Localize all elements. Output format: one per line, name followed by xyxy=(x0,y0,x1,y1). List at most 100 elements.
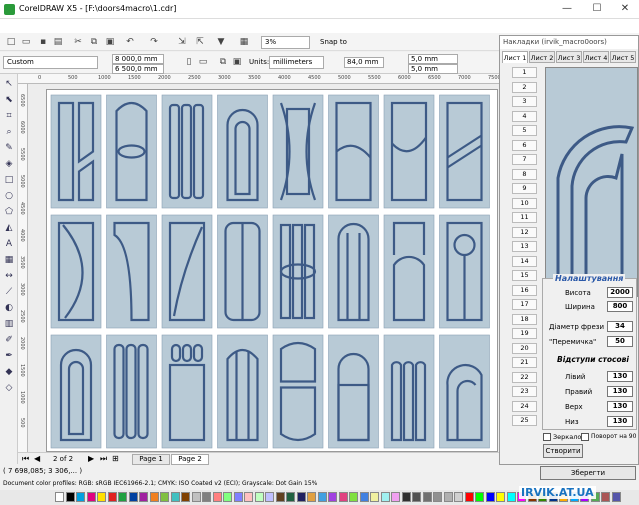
overlay-number-button[interactable]: 17 xyxy=(512,299,537,310)
overlay-number-button[interactable]: 8 xyxy=(512,168,537,180)
overlay-number-button[interactable]: 18 xyxy=(512,313,537,325)
door-design[interactable] xyxy=(272,94,324,209)
connector-tool-icon[interactable]: ⟋ xyxy=(3,286,15,298)
pick-tool-icon[interactable]: ↖ xyxy=(3,78,15,90)
palette-swatch[interactable] xyxy=(170,492,180,502)
palette-swatch[interactable] xyxy=(65,492,75,502)
page-tab-1[interactable]: Page 1 xyxy=(132,454,170,465)
shape-tool-icon[interactable]: ⬉ xyxy=(3,94,15,106)
right-offset-field[interactable]: 130 xyxy=(607,386,633,397)
open-icon[interactable]: ▭ xyxy=(20,36,32,48)
door-design[interactable] xyxy=(106,94,157,209)
overlay-number-button[interactable]: 2 xyxy=(512,81,537,93)
door-design[interactable] xyxy=(50,334,102,449)
door-design[interactable] xyxy=(161,214,213,329)
palette-swatch[interactable] xyxy=(370,492,379,502)
undo-icon[interactable]: ↶ xyxy=(124,36,136,48)
door-design[interactable] xyxy=(161,334,213,449)
palette-swatch[interactable] xyxy=(223,492,232,502)
palette-swatch[interactable] xyxy=(107,492,117,502)
basic-shapes-tool-icon[interactable]: ◭ xyxy=(3,222,15,234)
snap-to-dropdown[interactable]: Snap to xyxy=(320,38,347,46)
palette-swatch[interactable] xyxy=(338,492,348,502)
top-offset-field[interactable]: 130 xyxy=(607,401,633,412)
palette-swatch[interactable] xyxy=(76,492,85,502)
palette-swatch[interactable] xyxy=(233,492,243,502)
palette-swatch[interactable] xyxy=(307,492,316,502)
bridge-field[interactable]: 50 xyxy=(607,336,633,347)
palette-swatch[interactable] xyxy=(97,492,106,502)
palette-swatch[interactable] xyxy=(454,492,463,502)
page-height-field[interactable]: 6 500,0 mm xyxy=(112,64,164,74)
print-icon[interactable]: ▤ xyxy=(52,36,64,48)
palette-swatch[interactable] xyxy=(286,492,295,502)
duplicate-y-field[interactable]: 5,0 mm xyxy=(408,64,458,74)
close-icon[interactable]: ✕ xyxy=(612,2,638,16)
palette-swatch[interactable] xyxy=(506,492,516,502)
create-button[interactable]: Створити xyxy=(543,444,583,458)
palette-swatch[interactable] xyxy=(464,492,474,502)
interactive-fill-tool-icon[interactable]: ◇ xyxy=(3,382,15,394)
palette-swatch[interactable] xyxy=(86,492,96,502)
palette-swatch[interactable] xyxy=(380,492,390,502)
palette-swatch[interactable] xyxy=(443,492,453,502)
rectangle-tool-icon[interactable]: □ xyxy=(3,174,15,186)
rotate-90-checkbox[interactable] xyxy=(581,433,589,441)
overlay-number-button[interactable]: 3 xyxy=(512,96,537,107)
portrait-icon[interactable]: ▯ xyxy=(183,56,195,68)
page-tab-2[interactable]: Page 2 xyxy=(171,454,209,465)
overlay-number-button[interactable]: 22 xyxy=(512,371,537,383)
panel-tab-3[interactable]: Лист 3 xyxy=(556,51,582,63)
table-tool-icon[interactable]: ▦ xyxy=(3,254,15,266)
eyedropper-tool-icon[interactable]: ✐ xyxy=(3,334,15,346)
drawing-canvas[interactable] xyxy=(28,84,499,452)
mirror-checkbox[interactable] xyxy=(543,433,551,441)
save-button[interactable]: Зберегти xyxy=(540,466,636,480)
palette-swatch[interactable] xyxy=(128,492,138,502)
color-profiles-status[interactable]: Document color profiles: RGB: sRGB IEC61… xyxy=(3,480,317,487)
panel-tab-1[interactable]: Лист 1 xyxy=(502,51,528,63)
door-design[interactable] xyxy=(106,214,157,329)
panel-tab-4[interactable]: Лист 4 xyxy=(583,51,609,63)
door-design[interactable] xyxy=(272,334,324,449)
add-page-icon[interactable]: ⊞ xyxy=(112,454,119,463)
overlay-number-button[interactable]: 7 xyxy=(512,154,537,165)
overlay-number-button[interactable]: 15 xyxy=(512,270,537,281)
door-design[interactable] xyxy=(50,94,102,209)
import-icon[interactable]: ⇲ xyxy=(176,36,188,48)
overlay-number-button[interactable]: 20 xyxy=(512,342,537,354)
overlay-number-button[interactable]: 13 xyxy=(512,241,537,252)
door-design[interactable] xyxy=(439,94,490,209)
palette-swatch[interactable] xyxy=(212,492,222,502)
overlay-number-button[interactable]: 10 xyxy=(512,197,537,209)
overlay-number-button[interactable]: 12 xyxy=(512,226,537,238)
horizontal-ruler[interactable]: 0 500 1000 1500 2000 2500 3000 3500 4000 4500 5000… xyxy=(18,74,499,84)
prev-page-icon[interactable]: ◀ xyxy=(34,454,40,463)
welcome-screen-icon[interactable]: ▦ xyxy=(238,36,250,48)
last-page-icon[interactable]: ⏭ xyxy=(100,454,107,464)
door-design[interactable] xyxy=(217,334,268,449)
palette-swatch[interactable] xyxy=(391,492,400,502)
minimize-icon[interactable]: — xyxy=(554,2,580,16)
palette-swatch[interactable] xyxy=(265,492,274,502)
palette-swatch[interactable] xyxy=(55,492,64,502)
palette-swatch[interactable] xyxy=(485,492,495,502)
page-width-field[interactable]: 8 000,0 mm xyxy=(112,54,164,64)
text-tool-icon[interactable]: A xyxy=(3,238,15,250)
door-design[interactable] xyxy=(217,214,268,329)
first-page-icon[interactable]: ⏮ xyxy=(22,454,29,464)
overlay-number-button[interactable]: 4 xyxy=(512,110,537,122)
all-pages-icon[interactable]: ⧉ xyxy=(217,56,229,68)
overlay-number-button[interactable]: 16 xyxy=(512,284,537,296)
palette-swatch[interactable] xyxy=(160,492,169,502)
palette-swatch[interactable] xyxy=(328,492,337,502)
palette-swatch[interactable] xyxy=(149,492,159,502)
ellipse-tool-icon[interactable]: ○ xyxy=(3,190,15,202)
palette-swatch[interactable] xyxy=(118,492,127,502)
export-icon[interactable]: ⇱ xyxy=(194,36,206,48)
bottom-offset-field[interactable]: 130 xyxy=(607,416,633,427)
units-select[interactable]: millimeters xyxy=(269,56,324,69)
palette-swatch[interactable] xyxy=(611,492,621,502)
overlay-number-button[interactable]: 25 xyxy=(512,415,537,426)
palette-swatch[interactable] xyxy=(401,492,411,502)
